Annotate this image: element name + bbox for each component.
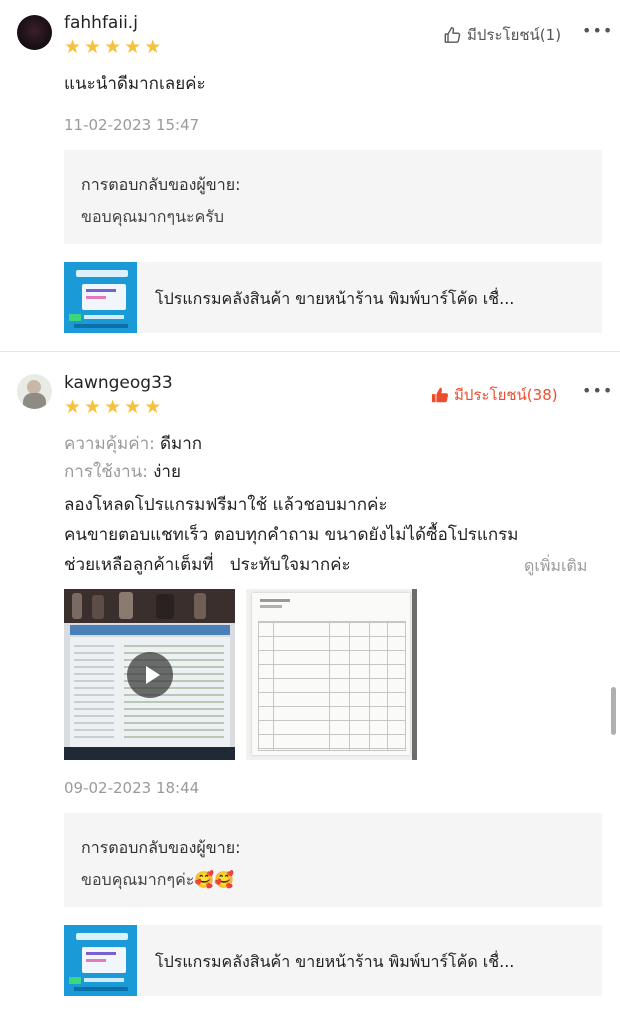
see-more-link[interactable]: ดูเพิ่มเติม <box>524 554 587 579</box>
review-text-line: ลองโหลดโปรแกรมฟรีมาใช้ แล้วชอบมากค่ะ <box>64 495 388 515</box>
attribute-value: ดีมาก <box>160 434 203 454</box>
seller-reply: การตอบกลับของผู้ขาย: ขอบคุณมากๆค่ะ🥰🥰 <box>64 813 602 907</box>
seller-reply: การตอบกลับของผู้ขาย: ขอบคุณมากๆนะครับ <box>64 150 602 244</box>
seller-reply-title: การตอบกลับของผู้ขาย: <box>81 175 241 194</box>
review-text: แนะนำดีมากเลยค่ะ <box>64 74 206 94</box>
more-options-icon[interactable]: ••• <box>582 381 613 400</box>
seller-reply-title: การตอบกลับของผู้ขาย: <box>81 838 241 857</box>
helpful-button[interactable]: มีประโยชน์(38) <box>431 383 558 407</box>
helpful-button[interactable]: มีประโยชน์(1) <box>443 23 561 47</box>
username[interactable]: fahhfaii.j <box>64 13 138 33</box>
product-thumbnail[interactable] <box>64 262 137 333</box>
star-icon: ★ <box>104 36 122 58</box>
review-date: 09-02-2023 18:44 <box>64 779 200 797</box>
attribute-row: ความคุ้มค่า: ดีมาก <box>64 430 202 457</box>
play-icon[interactable] <box>127 652 173 698</box>
product-thumbnail[interactable] <box>64 925 137 996</box>
thumbs-up-filled-icon <box>431 387 449 403</box>
review-divider <box>0 351 620 352</box>
more-options-icon[interactable]: ••• <box>582 21 613 40</box>
review-photo[interactable] <box>246 589 417 760</box>
helpful-count-label: มีประโยชน์(1) <box>467 26 562 44</box>
thumbs-up-outline-icon <box>444 27 461 43</box>
star-icon: ★ <box>124 36 142 58</box>
star-rating: ★ ★ ★ ★ ★ <box>64 38 161 57</box>
star-rating: ★ ★ ★ ★ ★ <box>64 398 161 417</box>
star-icon: ★ <box>64 36 82 58</box>
star-icon: ★ <box>144 396 162 418</box>
star-icon: ★ <box>124 396 142 418</box>
attribute-label: ความคุ้มค่า: <box>64 434 155 454</box>
star-icon: ★ <box>64 396 82 418</box>
product-card[interactable]: โปรแกรมคลังสินค้า ขายหน้าร้าน พิมพ์บาร์โ… <box>64 262 602 333</box>
product-name[interactable]: โปรแกรมคลังสินค้า ขายหน้าร้าน พิมพ์บาร์โ… <box>155 287 593 312</box>
avatar[interactable] <box>17 374 52 409</box>
star-icon: ★ <box>104 396 122 418</box>
review-text-line: ช่วยเหลือลูกค้าเต็มที่ ประทับใจมากค่ะ <box>64 555 351 575</box>
scrollbar-thumb[interactable] <box>611 687 616 735</box>
helpful-count-label: มีประโยชน์(38) <box>454 386 558 404</box>
review-text-line: คนขายตอบแชทเร็ว ตอบทุกคำถาม ขนาดยังไม่ได… <box>64 525 519 545</box>
review-video[interactable] <box>64 589 235 760</box>
username[interactable]: kawngeog33 <box>64 373 173 393</box>
avatar[interactable] <box>17 15 52 50</box>
product-name[interactable]: โปรแกรมคลังสินค้า ขายหน้าร้าน พิมพ์บาร์โ… <box>155 950 593 975</box>
seller-reply-text: ขอบคุณมากๆค่ะ🥰🥰 <box>81 870 235 889</box>
review-date: 11-02-2023 15:47 <box>64 116 200 134</box>
star-icon: ★ <box>84 396 102 418</box>
seller-reply-text: ขอบคุณมากๆนะครับ <box>81 207 225 226</box>
star-icon: ★ <box>144 36 162 58</box>
star-icon: ★ <box>84 36 102 58</box>
attribute-label: การใช้งาน: <box>64 462 149 482</box>
product-card[interactable]: โปรแกรมคลังสินค้า ขายหน้าร้าน พิมพ์บาร์โ… <box>64 925 602 996</box>
attribute-row: การใช้งาน: ง่าย <box>64 458 181 485</box>
attribute-value: ง่าย <box>153 462 181 482</box>
